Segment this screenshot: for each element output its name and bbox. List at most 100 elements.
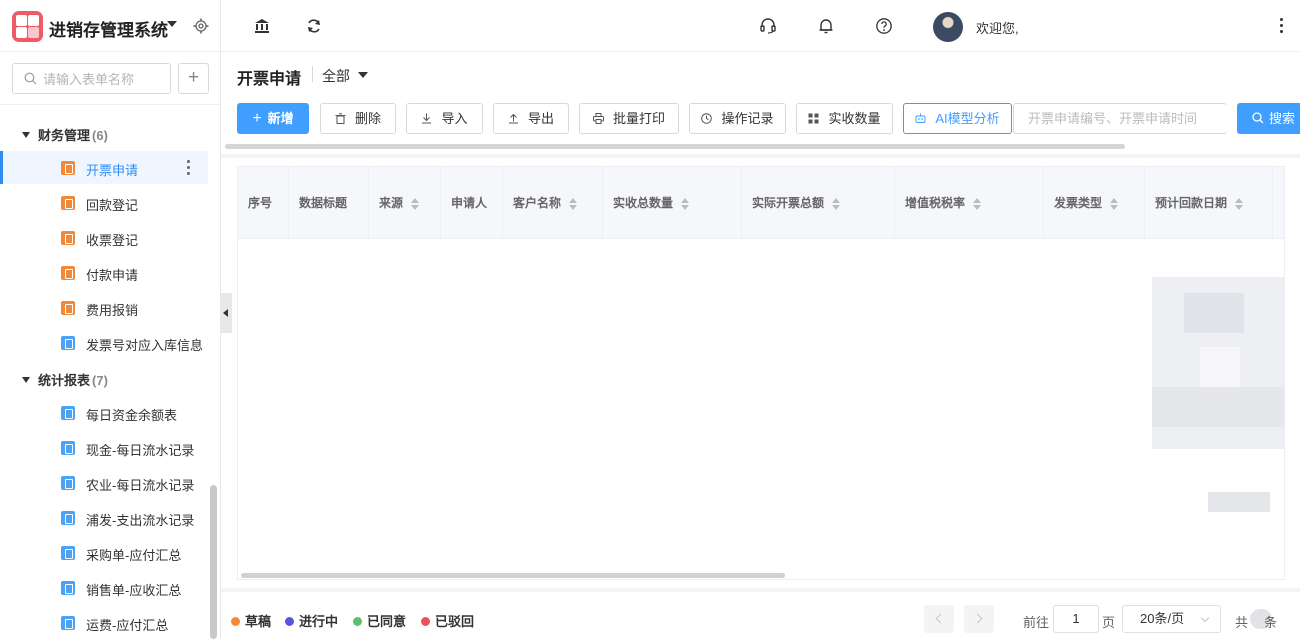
sidebar-item-payment-received[interactable]: 回款登记 (0, 186, 208, 219)
empty-state-image (1152, 387, 1284, 427)
column-header[interactable]: 客户名称 (503, 167, 603, 239)
sort-icon[interactable] (411, 197, 420, 210)
status-dot (421, 617, 430, 626)
sidebar-item-label: 浦发-支出流水记录 (86, 513, 195, 528)
menu-group-label: 统计报表 (38, 373, 91, 388)
sidebar-collapse-handle[interactable] (221, 293, 232, 333)
column-header-label: 申请人 (451, 196, 488, 210)
sidebar-item-sales-receivable[interactable]: 销售单-应收汇总 (0, 571, 208, 604)
more-vertical-icon[interactable] (187, 160, 191, 176)
search-button[interactable]: 搜索 (1237, 103, 1300, 134)
page-number-input[interactable]: 1 (1053, 605, 1099, 633)
download-icon (422, 113, 432, 124)
column-header[interactable]: 实收总数量 (603, 167, 742, 239)
column-header[interactable]: 发票类型 (1044, 167, 1145, 239)
form-icon (61, 161, 75, 175)
query-input[interactable] (1028, 105, 1228, 132)
sidebar-item-label: 发票号对应入库信息 (86, 338, 204, 353)
add-form-button[interactable]: + (178, 63, 209, 94)
export-button[interactable]: 导出 (493, 103, 569, 134)
goto-label: 前往 (1023, 615, 1050, 630)
sidebar-item-purchase-payable[interactable]: 采购单-应付汇总 (0, 536, 208, 569)
delete-button[interactable]: 删除 (320, 103, 396, 134)
status-legend-rejected: 已驳回 (421, 611, 474, 630)
sort-icon[interactable] (681, 197, 690, 210)
welcome-text[interactable]: 欢迎您, (976, 18, 1019, 37)
sidebar-item-invoice-stock[interactable]: 发票号对应入库信息 (0, 326, 208, 359)
report-icon (61, 581, 75, 595)
table-header: 序号 数据标题 来源 申请人 客户名称 实收总数量 实际开票总额 增值税税率 发… (238, 167, 1284, 239)
next-page-button[interactable] (964, 605, 994, 633)
delete-button-label: 删除 (354, 111, 381, 126)
column-header-label: 实收总数量 (613, 196, 674, 210)
robot-icon (915, 113, 926, 123)
sidebar-item-payment-request[interactable]: 付款申请 (0, 256, 208, 289)
report-icon (61, 476, 75, 490)
sidebar-item-label: 费用报销 (86, 303, 139, 318)
form-search-input[interactable] (43, 69, 167, 89)
sidebar-item-spdb-flow[interactable]: 浦发-支出流水记录 (0, 501, 208, 534)
ai-analysis-button[interactable]: AI模型分析 (903, 103, 1012, 134)
headset-icon[interactable] (759, 17, 777, 35)
sidebar-item-cash-flow[interactable]: 现金-每日流水记录 (0, 431, 208, 464)
column-header[interactable]: 增值税税率 (895, 167, 1044, 239)
new-button[interactable]: + 新增 (237, 103, 309, 134)
ai-analysis-button-label: AI模型分析 (935, 111, 1000, 126)
column-header[interactable]: 实际开票总额 (742, 167, 895, 239)
sidebar-item-daily-balance[interactable]: 每日资金余额表 (0, 396, 208, 429)
search-icon (1252, 112, 1264, 124)
bell-icon[interactable] (817, 17, 835, 35)
help-icon[interactable] (875, 17, 893, 35)
sidebar-scrollbar[interactable] (210, 485, 217, 639)
column-header-label: 客户名称 (513, 196, 562, 210)
prev-page-button[interactable] (924, 605, 954, 633)
sidebar-item-label: 销售单-应收汇总 (86, 583, 182, 598)
sidebar-item-expense[interactable]: 费用报销 (0, 291, 208, 324)
status-dot (353, 617, 362, 626)
menu-group-reports[interactable]: 统计报表 (7) (22, 370, 108, 389)
column-header: 数据标题 (289, 167, 369, 239)
menu-group-finance[interactable]: 财务管理 (6) (22, 125, 108, 144)
view-filter-select[interactable]: 全部 (322, 66, 350, 86)
sort-icon[interactable] (1110, 197, 1119, 210)
form-icon (61, 301, 75, 315)
column-header[interactable]: 预计回款日期 (1145, 167, 1273, 239)
caret-down-icon (22, 132, 30, 138)
batch-print-button[interactable]: 批量打印 (579, 103, 679, 134)
caret-down-icon[interactable] (358, 72, 368, 78)
column-header: 申请人 (441, 167, 503, 239)
sort-icon[interactable] (1235, 197, 1244, 210)
app-title[interactable]: 进销存管理系统 (49, 16, 168, 41)
page-size-select[interactable]: 20条/页 (1122, 605, 1221, 633)
more-vertical-icon[interactable] (1280, 18, 1284, 34)
batch-print-button-label: 批量打印 (612, 111, 665, 126)
caret-down-icon[interactable] (167, 21, 177, 27)
sort-icon[interactable] (832, 197, 841, 210)
import-button-label: 导入 (441, 111, 468, 126)
sidebar-item-agri-flow[interactable]: 农业-每日流水记录 (0, 466, 208, 499)
sidebar-item-invoice-received[interactable]: 收票登记 (0, 221, 208, 254)
bank-icon[interactable] (253, 17, 271, 35)
received-quantity-button[interactable]: 实收数量 (796, 103, 893, 134)
received-quantity-button-label: 实收数量 (828, 111, 881, 126)
toolbar-scrollbar[interactable] (225, 144, 1125, 149)
app-root: 进销存管理系统 + 财务管理(6) (0, 0, 1300, 639)
import-button[interactable]: 导入 (406, 103, 483, 134)
status-legend-label: 已同意 (367, 614, 407, 629)
sidebar-item-freight-payable[interactable]: 运费-应付汇总 (0, 606, 208, 639)
sidebar-item-label: 运费-应付汇总 (86, 618, 169, 633)
sidebar-item-label: 现金-每日流水记录 (86, 443, 195, 458)
refresh-icon[interactable] (305, 17, 323, 35)
gear-icon[interactable] (193, 18, 209, 34)
sort-icon[interactable] (569, 197, 578, 210)
avatar[interactable] (933, 12, 963, 42)
sort-icon[interactable] (973, 197, 982, 210)
operation-log-button-label: 操作记录 (721, 111, 774, 126)
operation-log-button[interactable]: 操作记录 (689, 103, 786, 134)
total-prefix-label: 共 (1235, 615, 1249, 630)
form-icon (61, 266, 75, 280)
table-scrollbar[interactable] (241, 573, 785, 578)
column-header[interactable]: 来源 (369, 167, 441, 239)
sidebar-item-invoice-request[interactable]: 开票申请 (0, 151, 208, 184)
column-header-label: 序号 (248, 196, 273, 210)
